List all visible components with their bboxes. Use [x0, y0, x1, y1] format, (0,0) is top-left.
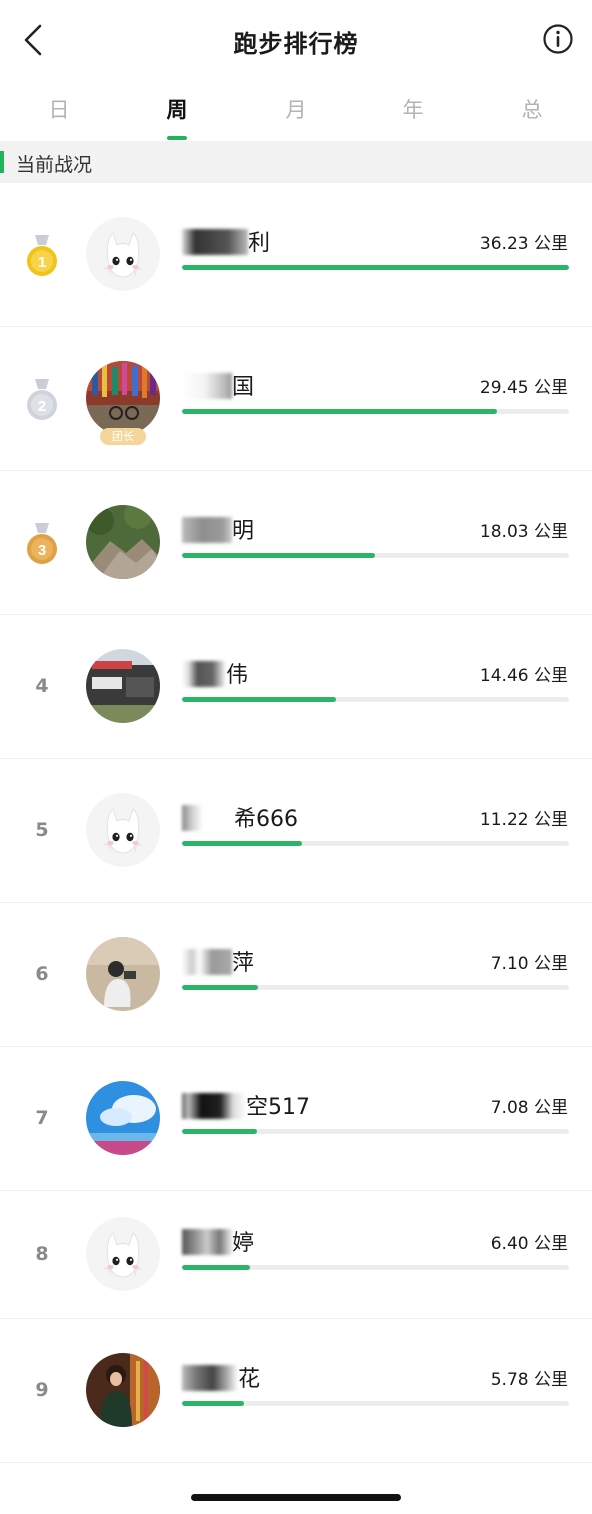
ranking-row[interactable]: 1 1 利 36.23 公里	[0, 183, 592, 327]
rank-number: 8	[35, 1243, 49, 1265]
avatar[interactable]	[86, 217, 160, 291]
runner-name: 国	[182, 369, 254, 401]
tab-week[interactable]: 周	[137, 94, 217, 142]
avatar[interactable]	[86, 1217, 160, 1291]
avatar[interactable]	[86, 1353, 160, 1427]
progress-fill	[182, 697, 337, 702]
progress-bar	[182, 985, 569, 990]
svg-text:3: 3	[38, 542, 46, 559]
progress-bar	[182, 841, 569, 846]
redacted-name-blur	[182, 373, 232, 399]
home-indicator[interactable]	[191, 1494, 401, 1501]
avatar[interactable]	[86, 361, 160, 435]
section-accent-bar	[0, 151, 4, 173]
progress-fill	[182, 985, 258, 990]
ranking-row[interactable]: 8 婷 6.40 公里	[0, 1191, 592, 1319]
distance-value: 29.45 公里	[479, 378, 568, 398]
distance-value: 14.46 公里	[479, 666, 568, 686]
period-tabs: 日 周 月 年 总	[0, 84, 592, 140]
redacted-name-blur	[182, 661, 226, 687]
ranking-row[interactable]: 4 伟 14.46 公里	[0, 615, 592, 759]
runner-name: 空517	[182, 1089, 310, 1121]
progress-fill	[182, 1401, 244, 1406]
distance-value: 11.22 公里	[479, 810, 568, 830]
ranking-row[interactable]: 5 希666 11.22 公里	[0, 759, 592, 903]
ranking-list: 1 1 利 36.23 公里 2	[0, 183, 592, 1463]
info-button[interactable]	[542, 23, 574, 55]
redacted-name-blur	[182, 1365, 238, 1391]
progress-bar	[182, 697, 569, 702]
ranking-row[interactable]: 6 萍 7.10 公里	[0, 903, 592, 1047]
avatar[interactable]	[86, 793, 160, 867]
rank-number: 7	[35, 1107, 49, 1129]
runner-name: 婷	[182, 1225, 254, 1257]
progress-fill	[182, 409, 497, 414]
progress-fill	[182, 1265, 251, 1270]
progress-fill	[182, 841, 302, 846]
redacted-name-blur	[182, 1229, 232, 1255]
rank-number: 6	[35, 963, 49, 985]
silver-medal-icon: 2	[27, 379, 57, 420]
section-title: 当前战况	[16, 154, 93, 176]
rank-number: 5	[35, 819, 49, 841]
avatar[interactable]	[86, 937, 160, 1011]
redacted-name-blur	[182, 805, 234, 831]
distance-value: 18.03 公里	[479, 522, 568, 542]
ranking-row[interactable]: 2 团长 国 29.45 公里	[0, 327, 592, 471]
section-header: 当前战况	[0, 141, 592, 183]
runner-name: 明	[182, 513, 254, 545]
progress-bar	[182, 265, 569, 270]
progress-bar	[182, 1265, 569, 1270]
progress-bar	[182, 409, 569, 414]
tab-year[interactable]: 年	[373, 94, 453, 124]
distance-value: 5.78 公里	[490, 1370, 568, 1390]
info-circle-icon	[543, 24, 573, 54]
ranking-row[interactable]: 9 花 5.78 公里	[0, 1319, 592, 1463]
ranking-row[interactable]: 3 明 18.03 公里	[0, 471, 592, 615]
distance-value: 36.23 公里	[479, 234, 568, 254]
distance-value: 7.08 公里	[490, 1098, 568, 1118]
progress-bar	[182, 1129, 569, 1134]
progress-bar	[182, 553, 569, 558]
gold-medal-icon: 1	[27, 235, 57, 276]
progress-fill	[182, 1129, 258, 1134]
redacted-name-blur	[182, 949, 232, 975]
avatar[interactable]	[86, 649, 160, 723]
progress-fill	[182, 265, 569, 270]
progress-fill	[182, 553, 375, 558]
redacted-name-blur	[182, 229, 248, 255]
avatar[interactable]	[86, 1081, 160, 1155]
avatar[interactable]	[86, 505, 160, 579]
tab-total[interactable]: 总	[492, 94, 572, 124]
tab-day[interactable]: 日	[19, 94, 99, 124]
distance-value: 7.10 公里	[490, 954, 568, 974]
bronze-medal-icon: 3	[27, 523, 57, 564]
redacted-name-blur	[182, 517, 232, 543]
distance-value: 6.40 公里	[490, 1234, 568, 1254]
runner-name: 萍	[182, 945, 254, 977]
runner-name: 希666	[182, 801, 298, 833]
runner-name: 花	[182, 1361, 260, 1393]
runner-name: 伟	[182, 657, 248, 689]
progress-bar	[182, 1401, 569, 1406]
runner-name: 利	[182, 225, 270, 257]
rank-number: 9	[35, 1379, 49, 1401]
active-tab-indicator	[167, 136, 187, 140]
rank-number: 4	[35, 675, 49, 697]
ranking-row[interactable]: 7 空517 7.08 公里	[0, 1047, 592, 1191]
top-nav-bar: 跑步排行榜	[0, 0, 592, 80]
leader-badge: 团长	[100, 428, 146, 445]
svg-text:2: 2	[38, 398, 46, 415]
redacted-name-blur	[182, 1093, 246, 1119]
svg-text:1: 1	[38, 254, 46, 271]
page-title: 跑步排行榜	[233, 30, 359, 58]
tab-month[interactable]: 月	[256, 94, 336, 124]
